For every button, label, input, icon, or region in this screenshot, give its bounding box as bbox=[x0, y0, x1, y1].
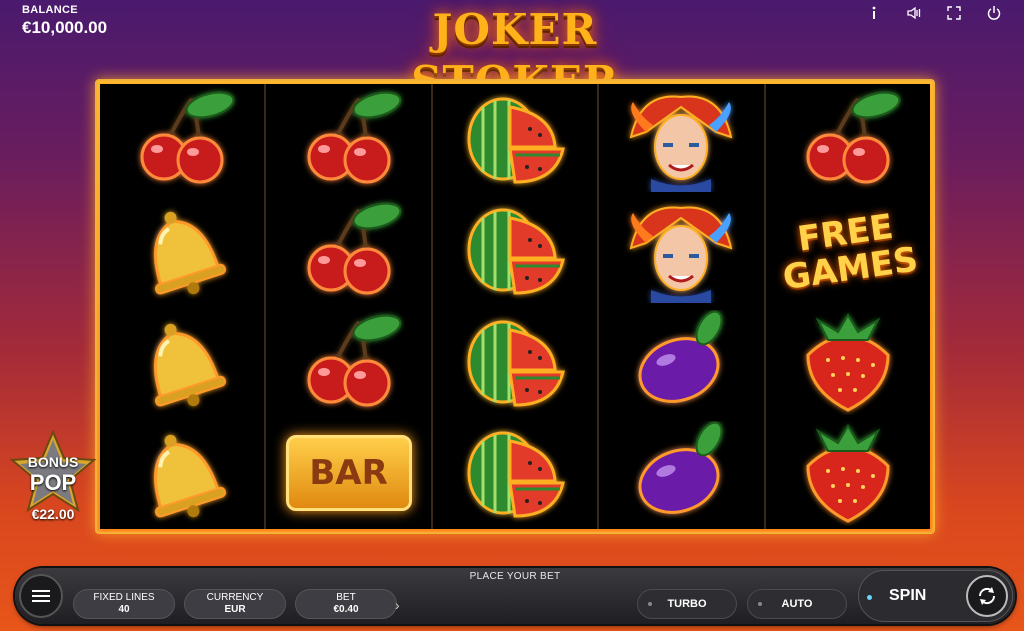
watermelon-icon bbox=[467, 320, 565, 407]
reel-frame: BAR FREE GAMES bbox=[95, 79, 935, 534]
free-games-symbol: FREE GAMES bbox=[776, 206, 920, 298]
chevron-right-icon[interactable]: › bbox=[395, 597, 400, 613]
turbo-label: TURBO bbox=[667, 598, 707, 610]
symbol-strawberry bbox=[766, 307, 930, 418]
fixed-lines-field: FIXED LINES 40 bbox=[73, 589, 175, 619]
auto-label: AUTO bbox=[781, 598, 813, 610]
bet-value: €0.40 bbox=[333, 604, 359, 615]
symbol-cherry bbox=[100, 84, 264, 195]
symbol-joker bbox=[599, 84, 763, 195]
spin-button[interactable] bbox=[966, 575, 1008, 617]
reel-1 bbox=[100, 84, 267, 529]
bonus-pop-badge: BONUS POP €22.00 bbox=[8, 430, 98, 525]
refresh-icon bbox=[978, 587, 996, 605]
strawberry-icon bbox=[806, 312, 890, 412]
bell-icon bbox=[154, 323, 227, 407]
reel-5: FREE GAMES bbox=[766, 84, 930, 529]
watermelon-icon bbox=[467, 97, 565, 184]
fullscreen-icon[interactable] bbox=[934, 2, 974, 24]
symbol-cherry bbox=[766, 84, 930, 195]
cherry-icon bbox=[307, 91, 401, 184]
spin-label[interactable]: SPIN bbox=[889, 587, 926, 605]
menu-button[interactable] bbox=[19, 574, 63, 618]
bet-selector[interactable]: BET €0.40 bbox=[295, 589, 397, 619]
cherry-icon bbox=[806, 91, 901, 184]
currency-field: CURRENCY EUR bbox=[184, 589, 286, 619]
turbo-toggle[interactable]: TURBO bbox=[637, 589, 737, 619]
reel-grid: BAR FREE GAMES bbox=[100, 84, 930, 529]
info-icon[interactable] bbox=[854, 2, 894, 24]
reel-4 bbox=[599, 84, 766, 529]
top-bar: BALANCE €10,000.00 JOKER STOKER bbox=[0, 0, 1024, 106]
balance-label: BALANCE bbox=[22, 4, 78, 16]
spin-control[interactable]: SPIN bbox=[858, 570, 1013, 622]
power-icon[interactable] bbox=[974, 2, 1014, 24]
symbol-bar: BAR bbox=[266, 418, 430, 529]
auto-indicator-dot bbox=[758, 602, 762, 606]
bell-icon bbox=[154, 434, 227, 518]
symbol-bell bbox=[100, 418, 264, 529]
symbol-free-games: FREE GAMES bbox=[766, 195, 930, 306]
sound-icon[interactable] bbox=[894, 2, 934, 24]
symbol-watermelon bbox=[433, 84, 597, 195]
cherry-icon bbox=[307, 203, 401, 295]
symbol-cherry bbox=[266, 307, 430, 418]
reel-2: BAR bbox=[266, 84, 433, 529]
symbol-cherry bbox=[266, 195, 430, 306]
bonus-pop-line2: POP bbox=[29, 470, 77, 495]
reel-3 bbox=[433, 84, 600, 529]
watermelon-icon bbox=[467, 431, 565, 518]
fixed-lines-value: 40 bbox=[118, 604, 130, 615]
symbol-bell bbox=[100, 195, 264, 306]
joker-icon bbox=[630, 206, 733, 304]
plum-icon bbox=[638, 310, 723, 403]
strawberry-icon bbox=[806, 423, 890, 523]
symbol-plum bbox=[599, 418, 763, 529]
symbol-watermelon bbox=[433, 307, 597, 418]
spin-indicator-dot bbox=[867, 595, 872, 600]
turbo-indicator-dot bbox=[648, 602, 652, 606]
bet-label: BET bbox=[336, 592, 356, 603]
joker-icon bbox=[630, 95, 733, 193]
symbol-joker bbox=[599, 195, 763, 306]
symbol-watermelon bbox=[433, 195, 597, 306]
bonus-pop-line1: BONUS bbox=[27, 454, 79, 470]
cherry-icon bbox=[140, 91, 235, 184]
auto-toggle[interactable]: AUTO bbox=[747, 589, 847, 619]
hamburger-icon bbox=[32, 590, 50, 602]
currency-value: EUR bbox=[224, 604, 246, 615]
symbol-bell bbox=[100, 307, 264, 418]
watermelon-icon bbox=[467, 208, 565, 295]
bonus-pop-value: €22.00 bbox=[31, 506, 75, 522]
symbol-watermelon bbox=[433, 418, 597, 529]
symbol-plum bbox=[599, 307, 763, 418]
plum-icon bbox=[638, 421, 723, 514]
fixed-lines-label: FIXED LINES bbox=[93, 592, 155, 603]
symbol-strawberry bbox=[766, 418, 930, 529]
symbol-cherry bbox=[266, 84, 430, 195]
bar-symbol: BAR bbox=[285, 435, 412, 512]
game-logo: JOKER STOKER bbox=[411, 5, 618, 106]
currency-label: CURRENCY bbox=[206, 592, 264, 603]
bell-icon bbox=[154, 212, 227, 295]
control-bar: PLACE YOUR BET FIXED LINES 40 CURRENCY E… bbox=[15, 568, 1015, 624]
balance-value: €10,000.00 bbox=[22, 18, 108, 37]
cherry-icon bbox=[307, 314, 401, 407]
top-icons bbox=[854, 2, 1014, 24]
